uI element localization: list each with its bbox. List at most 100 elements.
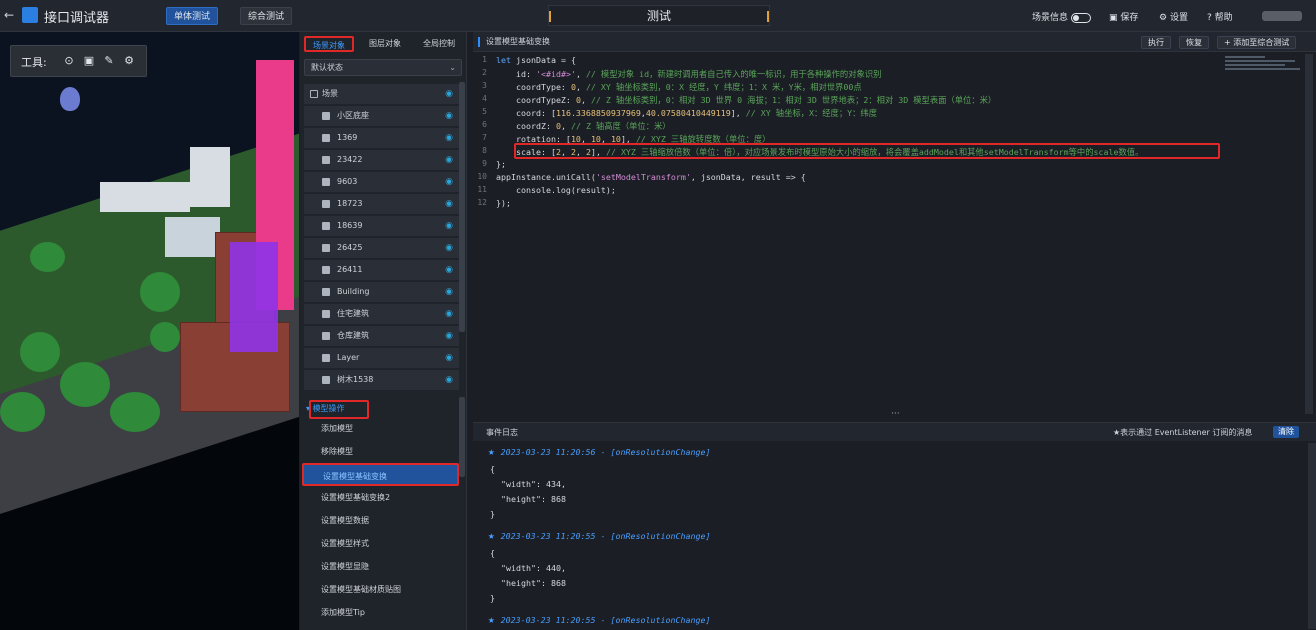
eye-icon[interactable]: ◉	[445, 150, 453, 170]
clear-button[interactable]: 清除	[1273, 426, 1299, 438]
tree-item[interactable]: 9603 ◉	[304, 172, 459, 192]
tree-item[interactable]: Layer ◉	[304, 348, 459, 368]
json-line: "height": 868	[501, 494, 566, 504]
arrow-left-icon[interactable]: ←	[4, 8, 18, 22]
3d-viewport[interactable]: 工具: ⊙ ▣ ✎ ⚙	[0, 32, 299, 630]
tree	[110, 392, 160, 432]
eye-icon[interactable]: ◉	[445, 348, 453, 368]
gear-icon[interactable]: ⚙	[123, 55, 135, 67]
integrated-test-button[interactable]: 综合测试	[240, 7, 293, 25]
operation-item[interactable]: 添加模型	[302, 417, 459, 440]
toggle-switch[interactable]	[1071, 12, 1092, 23]
tree	[140, 272, 180, 312]
code-line: coordTypeZ: 0, // Z 轴坐标类别，0：相对 3D 世界 0 海…	[496, 95, 997, 105]
eye-icon[interactable]: ◉	[445, 260, 453, 280]
chevron-down-icon: ⌄	[449, 63, 456, 72]
tree-item[interactable]: 26411 ◉	[304, 260, 459, 280]
eye-icon[interactable]: ◉	[445, 370, 453, 390]
tree-item[interactable]: Building ◉	[304, 282, 459, 302]
tree-item[interactable]: 小区底座 ◉	[304, 106, 459, 126]
eye-icon[interactable]: ◉	[445, 238, 453, 258]
log-header: 事件日志 ★表示通过 EventListener 订阅的消息 清除	[473, 423, 1316, 441]
eye-icon[interactable]: ◉	[445, 216, 453, 236]
line-number: 11	[477, 185, 487, 194]
eye-icon[interactable]: ◉	[445, 128, 453, 148]
tree-item-label: 树木1538	[337, 375, 374, 384]
tree	[20, 332, 60, 372]
building-icon	[322, 288, 330, 296]
operation-item-active[interactable]: 设置模型基础变换	[302, 463, 459, 486]
log-entry-header[interactable]: ★ 2023-03-23 11:20:55 - [onResolutionChan…	[488, 613, 710, 626]
eye-icon[interactable]: ◉	[445, 172, 453, 192]
tree-item[interactable]: 18723 ◉	[304, 194, 459, 214]
run-button[interactable]: 执行	[1141, 36, 1171, 49]
operation-item[interactable]: 设置模型数据	[302, 509, 459, 532]
log-entry-header[interactable]: ★ 2023-03-23 11:20:56 - [onResolutionChan…	[488, 445, 710, 458]
log-entry-header[interactable]: ★ 2023-03-23 11:20:55 - [onResolutionChan…	[488, 529, 710, 542]
state-select[interactable]: 默认状态 ⌄	[304, 59, 462, 76]
settings-label: 设置	[1169, 13, 1188, 23]
code-area[interactable]: 1 2 3 4 5 6 7 8 9 10 11 12 let jsonData …	[473, 52, 1225, 414]
tab-scene-objects[interactable]: 场景对象	[304, 36, 354, 52]
line-number: 2	[482, 68, 487, 77]
scrollbar[interactable]	[1308, 443, 1316, 629]
pen-icon[interactable]: ✎	[103, 55, 115, 67]
tree-item-label: 仓库建筑	[337, 331, 369, 340]
eye-icon[interactable]: ◉	[445, 84, 453, 104]
json-brace: {	[490, 548, 495, 558]
save-button[interactable]: ▣ 保存	[1109, 10, 1138, 23]
operation-item[interactable]: 设置模型显隐	[302, 555, 459, 578]
code-line: };	[496, 159, 506, 169]
tree-item[interactable]: 住宅建筑 ◉	[304, 304, 459, 324]
frame-icon[interactable]: ▣	[83, 55, 95, 67]
tree-item[interactable]: 树木1538 ◉	[304, 370, 459, 390]
layer-icon	[322, 376, 330, 384]
panel-splitter[interactable]	[473, 409, 1316, 422]
scrollbar[interactable]	[1305, 54, 1313, 414]
operation-item[interactable]: 设置模型基础材质贴图	[302, 578, 459, 601]
avatar[interactable]	[1262, 11, 1302, 21]
scrollbar[interactable]	[459, 397, 465, 477]
locate-icon[interactable]: ⊙	[63, 55, 75, 67]
cube-icon	[322, 200, 330, 208]
tree-item-label: 场景	[322, 89, 338, 98]
scrollbar[interactable]	[459, 82, 465, 332]
json-line: "width": 434,	[501, 479, 566, 489]
app-logo-icon	[22, 7, 38, 23]
tree-item-label: 住宅建筑	[337, 309, 369, 318]
operation-item[interactable]: 设置模型基础变换2	[302, 486, 459, 509]
help-button[interactable]: ? 帮助	[1207, 10, 1233, 23]
tab-layer-objects[interactable]: 图层对象	[360, 36, 410, 52]
cube-icon	[322, 266, 330, 274]
code-line: coordType: 0, // XY 轴坐标类别，0：X 经度，Y 纬度；1：…	[496, 82, 862, 92]
scene-info-toggle[interactable]: 场景信息	[1032, 10, 1092, 23]
tree-item[interactable]: 23422 ◉	[304, 150, 459, 170]
collapse-icon[interactable]	[310, 90, 318, 98]
tree-item[interactable]: 仓库建筑 ◉	[304, 326, 459, 346]
eye-icon[interactable]: ◉	[445, 194, 453, 214]
tree-item-label: 26425	[337, 243, 363, 252]
tree-item[interactable]: 26425 ◉	[304, 238, 459, 258]
eye-icon[interactable]: ◉	[445, 106, 453, 126]
settings-button[interactable]: ⚙ 设置	[1159, 10, 1188, 23]
code-line: });	[496, 198, 511, 208]
tree-item-scene[interactable]: 场景 ◉	[304, 84, 459, 104]
minimap[interactable]	[1225, 54, 1305, 74]
reset-button[interactable]: 恢复	[1179, 36, 1209, 49]
tree-item[interactable]: 18639 ◉	[304, 216, 459, 236]
eye-icon[interactable]: ◉	[445, 282, 453, 302]
single-test-button[interactable]: 单体测试	[166, 7, 219, 25]
operation-item[interactable]: 添加模型Tip	[302, 601, 459, 624]
tree	[150, 322, 180, 352]
tree-item[interactable]: 1369 ◉	[304, 128, 459, 148]
operation-item[interactable]: 设置模型样式	[302, 532, 459, 555]
eye-icon[interactable]: ◉	[445, 304, 453, 324]
state-select-value: 默认状态	[311, 63, 343, 72]
operation-item[interactable]: 移除模型	[302, 440, 459, 463]
line-number: 6	[482, 120, 487, 129]
cube-icon	[322, 178, 330, 186]
add-to-integrated-test-button[interactable]: + 添加至综合测试	[1217, 36, 1297, 49]
line-number: 12	[477, 198, 487, 207]
eye-icon[interactable]: ◉	[445, 326, 453, 346]
tab-global-control[interactable]: 全局控制	[414, 36, 464, 52]
